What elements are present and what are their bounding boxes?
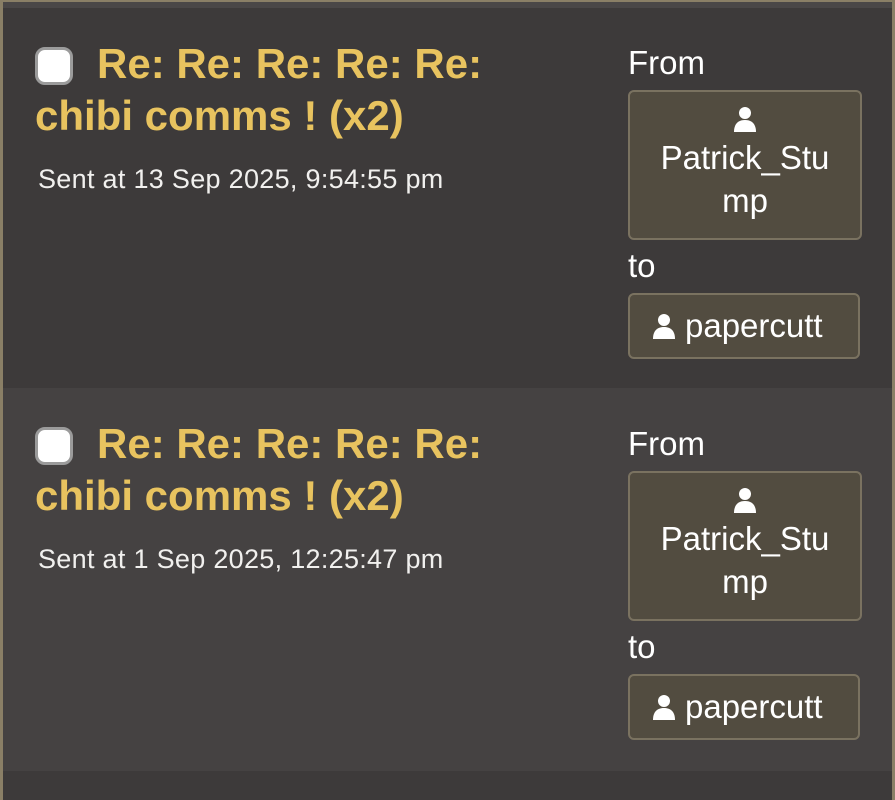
to-label: to [628,247,656,284]
sender-user-button[interactable]: Patrick_Stu mp [628,90,862,240]
user-icon [734,107,756,132]
sent-timestamp: Sent at 1 Sep 2025, 12:25:47 pm [38,544,444,574]
sender-username: Patrick_Stu [660,139,830,176]
sender-username-cont: mp [722,563,768,600]
from-label: From [628,44,705,81]
recipient-user-button[interactable]: papercutt [628,674,860,740]
recipient-username: papercutt [685,688,823,725]
message-item: Re: Re: Re: Re: Re: chibi comms ! (x2) S… [3,8,892,388]
from-label: From [628,425,705,462]
recipient-username: papercutt [685,307,823,344]
message-item: Re: Re: Re: Re: Re: chibi comms ! (x2) S… [3,388,892,771]
message-subject-link[interactable]: Re: Re: Re: Re: Re: chibi comms ! (x2) [35,418,555,522]
user-icon [653,695,675,720]
sender-username: Patrick_Stu [660,520,830,557]
sender-user-button[interactable]: Patrick_Stu mp [628,471,862,621]
user-icon [653,314,675,339]
sent-timestamp: Sent at 13 Sep 2025, 9:54:55 pm [38,164,444,194]
recipient-user-button[interactable]: papercutt [628,293,860,359]
user-icon [734,488,756,513]
next-message-item [3,771,892,800]
sender-username-cont: mp [722,182,768,219]
message-subject-link[interactable]: Re: Re: Re: Re: Re: chibi comms ! (x2) [35,38,555,142]
to-label: to [628,628,656,665]
